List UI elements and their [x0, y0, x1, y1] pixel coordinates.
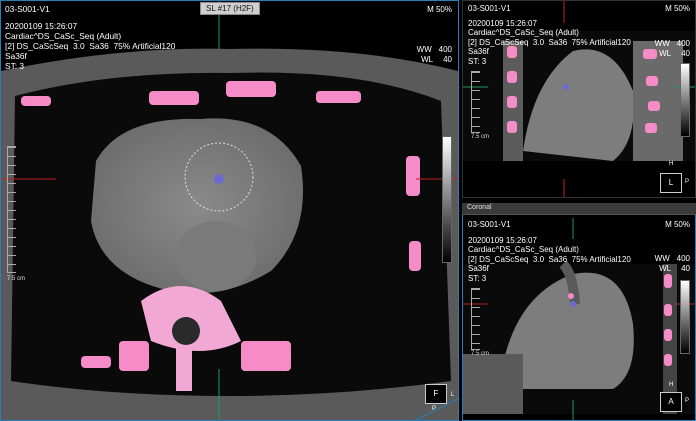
window-level: WW 400 WL 40 — [417, 45, 452, 65]
study-info: 20200109 15:26:07 Cardiac^DS_CaSc_Seq (A… — [468, 19, 631, 66]
study-description: Cardiac^DS_CaSc_Seq (Adult) — [5, 31, 122, 41]
grayscale-bar — [680, 63, 690, 137]
coronal-viewport[interactable]: 03-S001-V1 20200109 15:26:07 Cardiac^DS_… — [462, 203, 696, 421]
ww-value: 400 — [438, 45, 452, 54]
series-description: [2] DS_CaScSeq 3.0 Sa36 75% Artificial12… — [468, 37, 631, 47]
window-level: WW 400 WL 40 — [655, 39, 690, 59]
magnification: M 50% — [665, 4, 690, 13]
scale-ruler — [471, 288, 480, 350]
orient-right: P — [685, 398, 690, 404]
wl-value: 40 — [681, 49, 690, 58]
calcium-overlay — [149, 91, 199, 105]
sagittal-viewport[interactable]: 03-S001-V1 20200109 15:26:07 Cardiac^DS_… — [462, 0, 696, 198]
kernel: Sa36f — [5, 51, 27, 61]
wl-label: WL — [421, 55, 434, 64]
calcium-spot[interactable] — [214, 174, 224, 184]
study-datetime: 20200109 15:26:07 — [468, 19, 537, 28]
orientation-cube[interactable]: F — [425, 384, 447, 404]
orient-bottom: P — [432, 406, 437, 412]
patient-id: 03-S001-V1 — [468, 4, 511, 13]
ruler-label: 7.5 cm — [471, 134, 490, 140]
slice-thickness: ST: 3 — [468, 273, 487, 283]
orient-top: H — [669, 161, 674, 167]
kernel: Sa36f — [468, 264, 489, 274]
patient-info: 03-S001-V1 — [5, 4, 50, 14]
scale-ruler — [471, 71, 480, 133]
slice-thickness: ST: 3 — [468, 56, 487, 66]
study-info: 20200109 15:26:07 Cardiac^DS_CaSc_Seq (A… — [5, 21, 175, 71]
study-info: 20200109 15:26:07 Cardiac^DS_CaSc_Seq (A… — [468, 236, 631, 283]
orientation-cube[interactable]: A — [660, 392, 682, 412]
orient-top: H — [669, 382, 674, 388]
orient-right: L — [451, 392, 455, 398]
window-level: WW 400 WL 40 — [655, 254, 690, 274]
wl-label: WL — [659, 264, 672, 273]
ww-value: 400 — [676, 39, 690, 48]
slice-thickness: ST: 3 — [5, 61, 25, 71]
viewport-title: Coronal — [467, 204, 492, 211]
study-datetime: 20200109 15:26:07 — [468, 236, 537, 245]
grayscale-bar — [442, 136, 452, 263]
grayscale-bar — [680, 280, 690, 354]
scale-ruler — [7, 146, 16, 273]
wl-label: WL — [659, 49, 672, 58]
orient-right: P — [685, 179, 690, 185]
slice-indicator[interactable]: SL #17 (H2F) — [200, 2, 260, 15]
wl-value: 40 — [443, 55, 452, 64]
wl-value: 40 — [681, 264, 690, 273]
ww-label: WW — [654, 39, 670, 48]
patient-id: 03-S001-V1 — [468, 220, 511, 229]
ruler-label: 7.5 cm — [471, 351, 490, 357]
ww-label: WW — [416, 45, 432, 54]
study-description: Cardiac^DS_CaSc_Seq (Adult) — [468, 245, 579, 255]
study-datetime: 20200109 15:26:07 — [5, 21, 78, 31]
series-description: [2] DS_CaScSeq 3.0 Sa36 75% Artificial12… — [5, 41, 176, 51]
ww-label: WW — [654, 254, 670, 263]
magnification: M 50% — [665, 220, 690, 229]
magnification: M 50% — [427, 5, 452, 14]
patient-id: 03-S001-V1 — [5, 4, 50, 14]
kernel: Sa36f — [468, 47, 489, 57]
axial-viewport[interactable]: 03-S001-V1 20200109 15:26:07 Cardiac^DS_… — [0, 0, 459, 421]
series-description: [2] DS_CaScSeq 3.0 Sa36 75% Artificial12… — [468, 254, 631, 264]
orientation-cube[interactable]: L — [660, 173, 682, 193]
study-description: Cardiac^DS_CaSc_Seq (Adult) — [468, 28, 579, 38]
ruler-label: 7.5 cm — [7, 276, 26, 282]
coronal-titlebar[interactable]: Coronal ▣ ☐ ✕ — [462, 203, 696, 215]
ww-value: 400 — [676, 254, 690, 263]
